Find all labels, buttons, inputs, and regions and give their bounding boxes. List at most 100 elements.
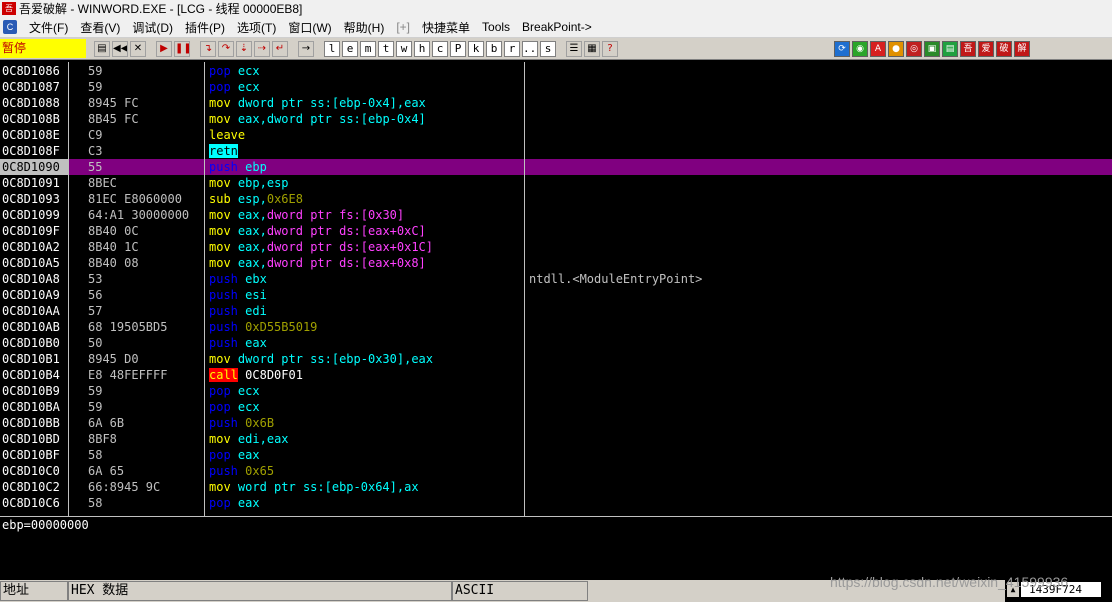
a-icon[interactable]: A <box>870 40 886 57</box>
disasm-mnemonic: pop <box>209 496 231 510</box>
system-menu-icon[interactable]: C <box>3 20 17 34</box>
disasm-address: 0C8D10B9 <box>0 383 68 399</box>
ai-label[interactable]: 爱 <box>978 40 994 57</box>
disasm-row[interactable]: 0C8D10AB 68 19505BD5 push 0xD55B5019 <box>0 319 1112 335</box>
trace-into-icon[interactable]: ⇣ <box>236 40 252 57</box>
disasm-row[interactable]: 0C8D108B 8B45 FC mov eax,dword ptr ss:[ebp… <box>0 111 1112 127</box>
po-label[interactable]: 破 <box>996 40 1012 57</box>
disasm-row[interactable]: 0C8D1090 55 push ebp <box>0 159 1112 175</box>
goto-icon[interactable]: → <box>298 40 314 57</box>
menu-file[interactable]: 文件(F) <box>23 19 74 36</box>
references-button[interactable]: r <box>504 40 520 57</box>
refresh-icon[interactable]: ⟳ <box>834 40 850 57</box>
grid-icon[interactable]: ▦ <box>584 40 600 57</box>
windows-button[interactable]: w <box>396 40 412 57</box>
disasm-row[interactable]: 0C8D1099 64:A1 30000000 mov eax,dword ptr … <box>0 207 1112 223</box>
disasm-operands: word ptr ss:[ebp-0x64],ax <box>237 480 419 494</box>
disasm-operands: esi <box>245 288 267 302</box>
column-divider <box>204 62 205 516</box>
close-icon[interactable]: ✕ <box>130 40 146 57</box>
disasm-row[interactable]: 0C8D10A5 8B40 08 mov eax,dword ptr ds:[eax… <box>0 255 1112 271</box>
breakpoints-button[interactable]: b <box>486 40 502 57</box>
menu-debug[interactable]: 调试(D) <box>126 19 179 36</box>
menu-help[interactable]: 帮助(H) <box>338 19 391 36</box>
web-icon[interactable]: ▣ <box>924 40 940 57</box>
dump-col-hex[interactable]: HEX 数据 <box>68 581 452 601</box>
disasm-operands: 0C8D0F01 <box>245 368 303 382</box>
disasm-hex: 68 19505BD5 <box>88 320 168 334</box>
disasm-row[interactable]: 0C8D1087 59 pop ecx <box>0 79 1112 95</box>
disasm-row[interactable]: 0C8D10B9 59 pop ecx <box>0 383 1112 399</box>
list-icon[interactable]: ☰ <box>566 40 582 57</box>
disasm-row[interactable]: 0C8D1088 8945 FC mov dword ptr ss:[ebp-0x4… <box>0 95 1112 111</box>
disasm-row[interactable]: 0C8D10BB 6A 6B push 0x6B <box>0 415 1112 431</box>
disasm-row[interactable]: 0C8D1086 59 pop ecx <box>0 63 1112 79</box>
disasm-instruction: retn <box>209 143 238 159</box>
disasm-mnemonic: mov <box>209 352 231 366</box>
execute-till-return-icon[interactable]: ↵ <box>272 40 288 57</box>
calc-icon[interactable]: ▤ <box>942 40 958 57</box>
step-into-icon[interactable]: ↴ <box>200 40 216 57</box>
dump-col-ascii[interactable]: ASCII <box>452 581 588 601</box>
trace-over-icon[interactable]: ⇢ <box>254 40 270 57</box>
pause-icon[interactable]: ❚❚ <box>174 40 190 57</box>
menu-plus[interactable]: [+] <box>390 20 416 34</box>
disasm-row[interactable]: 0C8D10AA 57 push edi <box>0 303 1112 319</box>
patches-button[interactable]: P <box>450 40 466 57</box>
disasm-address: 0C8D10B1 <box>0 351 68 367</box>
menu-tools[interactable]: Tools <box>476 20 516 34</box>
memory-map-button[interactable]: m <box>360 40 376 57</box>
disasm-row[interactable]: 0C8D109F 8B40 0C mov eax,dword ptr ds:[eax… <box>0 223 1112 239</box>
disasm-row[interactable]: 0C8D10A2 8B40 1C mov eax,dword ptr ds:[eax… <box>0 239 1112 255</box>
jie-label[interactable]: 解 <box>1014 40 1030 57</box>
modules-button[interactable]: e <box>342 40 358 57</box>
dump-col-address[interactable]: 地址 <box>0 581 68 601</box>
disasm-row[interactable]: 0C8D10BD 8BF8 mov edi,eax <box>0 431 1112 447</box>
rewind-icon[interactable]: ◀◀ <box>112 40 128 57</box>
disasm-operands: edi <box>245 304 267 318</box>
cpu-disassembly-pane[interactable]: 0C8D1086 59 pop ecx 0C8D1087 59 pop ecx 0C8D10… <box>0 62 1112 516</box>
disasm-operands: ecx <box>237 384 260 398</box>
plugin-icon[interactable]: ◉ <box>852 40 868 57</box>
disasm-row[interactable]: 0C8D10C0 6A 65 push 0x65 <box>0 463 1112 479</box>
disasm-row[interactable]: 0C8D10A8 53 push ebx ntdll.<ModuleEntryPoin… <box>0 271 1112 287</box>
disasm-row[interactable]: 0C8D10C6 58 pop eax <box>0 495 1112 511</box>
open-icon[interactable]: ▤ <box>94 40 110 57</box>
disasm-row[interactable]: 0C8D10B0 50 push eax <box>0 335 1112 351</box>
disasm-row[interactable]: 0C8D10BF 58 pop eax <box>0 447 1112 463</box>
disasm-row[interactable]: 0C8D10B4 E8 48FEFFFF call 0C8D0F01 <box>0 367 1112 383</box>
menu-shortcut[interactable]: 快捷菜单 <box>416 19 476 36</box>
disasm-mnemonic: pop <box>209 80 231 94</box>
disasm-mnemonic: mov <box>209 112 231 126</box>
disasm-row[interactable]: 0C8D10BA 59 pop ecx <box>0 399 1112 415</box>
source-button[interactable]: s <box>540 40 556 57</box>
run-trace-button[interactable]: ... <box>522 40 538 57</box>
disasm-row[interactable]: 0C8D1091 8BEC mov ebp,esp <box>0 175 1112 191</box>
log-window-button[interactable]: l <box>324 40 340 57</box>
menu-options[interactable]: 选项(T) <box>231 19 282 36</box>
disasm-mnemonic: push <box>209 320 238 334</box>
run-icon[interactable]: ▶ <box>156 40 172 57</box>
target-icon[interactable]: ◎ <box>906 40 922 57</box>
cpu-button[interactable]: c <box>432 40 448 57</box>
disasm-row[interactable]: 0C8D10B1 8945 D0 mov dword ptr ss:[ebp-0x3… <box>0 351 1112 367</box>
wu-label[interactable]: 吾 <box>960 40 976 57</box>
watermark: https://blog.csdn.net/weixin_41599936 <box>830 574 1069 590</box>
call-stack-button[interactable]: k <box>468 40 484 57</box>
disasm-address: 0C8D10B0 <box>0 335 68 351</box>
handles-button[interactable]: h <box>414 40 430 57</box>
disasm-row[interactable]: 0C8D108F C3 retn <box>0 143 1112 159</box>
disasm-mnemonic: mov <box>209 480 231 494</box>
step-over-icon[interactable]: ↷ <box>218 40 234 57</box>
menu-breakpoint[interactable]: BreakPoint-> <box>516 20 598 34</box>
disasm-row[interactable]: 0C8D10C2 66:8945 9C mov word ptr ss:[ebp-0… <box>0 479 1112 495</box>
menu-view[interactable]: 查看(V) <box>74 19 126 36</box>
disasm-row[interactable]: 0C8D10A9 56 push esi <box>0 287 1112 303</box>
stop-icon[interactable]: ● <box>888 40 904 57</box>
disasm-row[interactable]: 0C8D1093 81EC E8060000 sub esp,0x6E8 <box>0 191 1112 207</box>
disasm-row[interactable]: 0C8D108E C9 leave <box>0 127 1112 143</box>
threads-button[interactable]: t <box>378 40 394 57</box>
help-icon[interactable]: ? <box>602 40 618 57</box>
menu-window[interactable]: 窗口(W) <box>282 19 337 36</box>
menu-plugins[interactable]: 插件(P) <box>179 19 231 36</box>
